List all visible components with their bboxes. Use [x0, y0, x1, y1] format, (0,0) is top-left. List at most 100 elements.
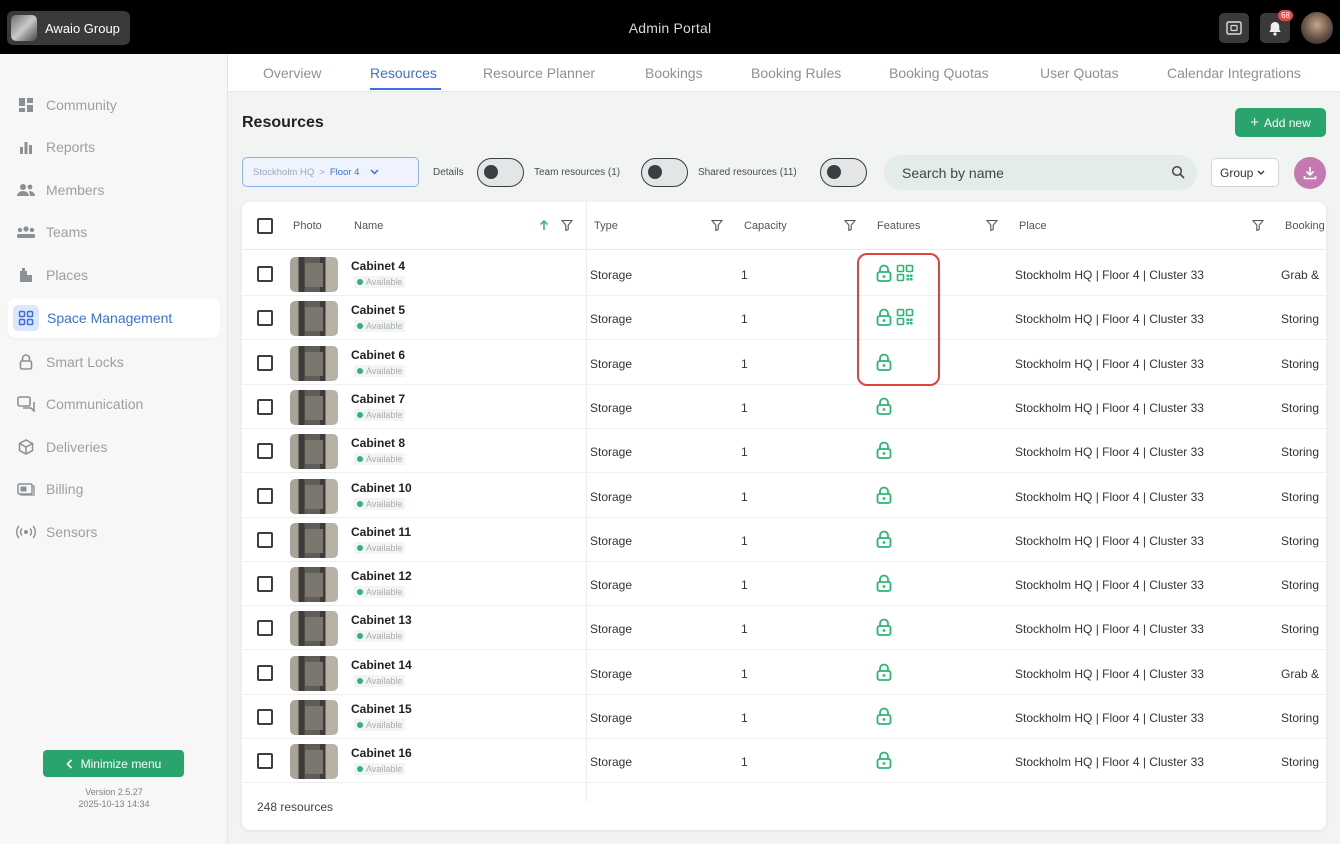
chevron-down-icon — [1257, 170, 1265, 175]
column-header-capacity[interactable]: Capacity — [744, 220, 787, 232]
table-row[interactable]: Cabinet 6 Available Storage 1 Stockholm HQ |… — [242, 341, 1326, 385]
row-checkbox[interactable] — [257, 266, 273, 282]
row-checkbox[interactable] — [257, 576, 273, 593]
sidebar-item-sensors[interactable]: Sensors — [8, 512, 220, 552]
sidebar-item-community[interactable]: Community — [8, 85, 220, 125]
tab-bookings[interactable]: Bookings — [645, 65, 703, 81]
tab-resource-planner[interactable]: Resource Planner — [483, 65, 595, 81]
row-checkbox[interactable] — [257, 664, 273, 681]
toggle-knob — [648, 165, 662, 179]
table-row[interactable]: Cabinet 14 Available Storage 1 Stockholm HQ … — [242, 651, 1326, 695]
download-icon — [1303, 167, 1317, 180]
row-checkbox[interactable] — [257, 487, 273, 504]
table-row[interactable]: Cabinet 15 Available Storage 1 Stockholm HQ … — [242, 695, 1326, 739]
user-avatar[interactable] — [1301, 12, 1333, 44]
row-checkbox[interactable] — [257, 443, 273, 460]
place-selector[interactable]: Stockholm HQ > Floor 4 — [242, 157, 419, 187]
group-select[interactable]: Group — [1211, 158, 1279, 187]
sidebar-item-space-management[interactable]: Space Management — [8, 298, 220, 338]
row-checkbox[interactable] — [257, 709, 273, 725]
plus-icon: + — [1250, 114, 1260, 131]
status-dot — [357, 456, 363, 463]
details-toggle[interactable] — [477, 158, 524, 187]
place-segment-building: Stockholm HQ — [253, 166, 315, 178]
add-new-button[interactable]: + Add new — [1235, 108, 1326, 137]
resource-name[interactable]: Cabinet 8 — [351, 436, 405, 450]
sidebar-item-billing[interactable]: Billing — [8, 469, 220, 509]
resource-name[interactable]: Cabinet 15 — [351, 702, 412, 716]
resource-photo — [290, 301, 338, 337]
resource-name[interactable]: Cabinet 5 — [351, 303, 405, 317]
resource-name[interactable]: Cabinet 6 — [351, 348, 405, 362]
row-checkbox[interactable] — [257, 310, 273, 327]
filter-icon[interactable] — [986, 219, 998, 231]
row-checkbox[interactable] — [257, 398, 273, 415]
sidebar-item-members[interactable]: Members — [8, 170, 220, 210]
status-badge: Available — [354, 541, 406, 554]
resource-name[interactable]: Cabinet 7 — [351, 392, 405, 406]
resource-place: Stockholm HQ | Floor 4 | Cluster 33 — [1015, 489, 1204, 504]
table-row[interactable]: Cabinet 7 Available Storage 1 Stockholm HQ |… — [242, 385, 1326, 429]
row-checkbox[interactable] — [257, 753, 273, 770]
resource-name[interactable]: Cabinet 12 — [351, 569, 412, 583]
details-toggle-label: Details — [433, 167, 464, 178]
tab-booking-rules[interactable]: Booking Rules — [751, 65, 841, 81]
tab-calendar-integrations[interactable]: Calendar Integrations — [1167, 65, 1301, 81]
search-input[interactable]: Search by name — [884, 155, 1197, 190]
table-row[interactable]: Cabinet 12 Available Storage 1 Stockholm HQ … — [242, 562, 1326, 607]
filter-icon[interactable] — [1252, 219, 1264, 231]
sidebar-item-reports[interactable]: Reports — [8, 127, 220, 167]
smart-lock-feature-icon — [876, 707, 892, 730]
resource-name[interactable]: Cabinet 11 — [351, 525, 411, 539]
shared-resources-toggle[interactable] — [820, 158, 867, 187]
table-row[interactable]: Cabinet 10 Available Storage 1 Stockholm HQ … — [242, 474, 1326, 518]
column-header-name[interactable]: Name — [354, 220, 383, 232]
resource-photo — [290, 345, 338, 381]
tab-overview[interactable]: Overview — [263, 65, 321, 81]
select-all-checkbox[interactable] — [257, 218, 273, 234]
smart-lock-feature-icon — [876, 663, 892, 686]
resource-name[interactable]: Cabinet 13 — [351, 613, 412, 627]
sort-ascending-icon[interactable] — [539, 219, 549, 231]
status-dot — [357, 589, 363, 596]
resource-name[interactable]: Cabinet 14 — [351, 658, 412, 672]
resource-features — [876, 397, 892, 420]
tab-resources[interactable]: Resources — [370, 65, 437, 81]
row-checkbox[interactable] — [257, 531, 273, 548]
table-row[interactable]: Cabinet 5 Available Storage 1 Stockholm HQ |… — [242, 296, 1326, 341]
table-row[interactable]: Cabinet 13 Available Storage 1 Stockholm HQ … — [242, 606, 1326, 651]
table-row[interactable]: Cabinet 11 Available Storage 1 Stockholm HQ … — [242, 518, 1326, 562]
filter-icon[interactable] — [844, 219, 856, 231]
column-header-place[interactable]: Place — [1019, 220, 1047, 232]
bell-icon — [1269, 21, 1281, 36]
tab-user-quotas[interactable]: User Quotas — [1040, 65, 1119, 81]
sidebar-item-deliveries[interactable]: Deliveries — [8, 427, 220, 467]
sidebar-item-teams[interactable]: Teams — [8, 212, 220, 252]
sidebar-item-places[interactable]: Places — [8, 255, 220, 295]
building-icon — [16, 265, 36, 285]
table-row[interactable]: Cabinet 4 Available Storage 1 Stockholm HQ |… — [242, 252, 1326, 296]
resource-name[interactable]: Cabinet 4 — [351, 259, 405, 273]
table-row[interactable]: Cabinet 16 Available Storage 1 Stockholm HQ … — [242, 739, 1326, 784]
status-badge: Available — [354, 408, 406, 421]
table-row[interactable]: Cabinet 8 Available Storage 1 Stockholm HQ |… — [242, 429, 1326, 474]
screen-button[interactable] — [1219, 13, 1249, 43]
tab-booking-quotas[interactable]: Booking Quotas — [889, 65, 989, 81]
row-checkbox[interactable] — [257, 354, 273, 371]
resource-name[interactable]: Cabinet 16 — [351, 746, 412, 760]
team-resources-toggle[interactable] — [641, 158, 688, 187]
column-header-type[interactable]: Type — [594, 220, 618, 232]
version-info: Version 2.5.27 2025-10-13 14:34 — [0, 786, 228, 810]
minimize-menu-button[interactable]: Minimize menu — [43, 750, 184, 777]
sidebar-item-communication[interactable]: Communication — [8, 384, 220, 424]
filter-icon[interactable] — [711, 219, 723, 231]
notifications-button[interactable]: 68 — [1260, 10, 1293, 43]
sidebar-item-smart-locks[interactable]: Smart Locks — [8, 342, 220, 382]
column-header-features[interactable]: Features — [877, 220, 920, 232]
column-header-booking[interactable]: Booking — [1285, 220, 1325, 232]
row-checkbox[interactable] — [257, 620, 273, 637]
download-button[interactable] — [1294, 157, 1326, 189]
resource-name[interactable]: Cabinet 10 — [351, 481, 412, 495]
resource-capacity: 1 — [741, 578, 748, 593]
filter-icon[interactable] — [561, 219, 573, 231]
